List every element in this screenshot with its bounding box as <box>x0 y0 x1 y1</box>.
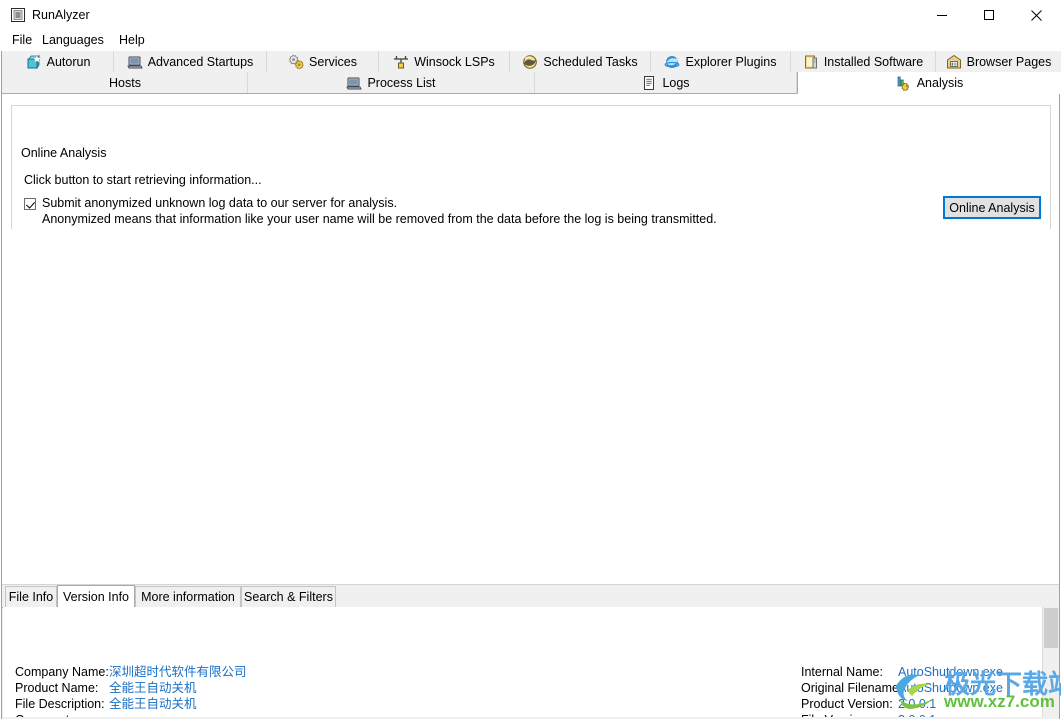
details-tab-strip: File Info Version Info More information … <box>2 585 1059 608</box>
tab-winsock-lsps[interactable]: Winsock LSPs <box>379 51 510 72</box>
value-internal-name: AutoShutdown.exe <box>898 665 1003 679</box>
label-internal-name: Internal Name: <box>801 665 883 679</box>
menu-item-languages[interactable]: Languages <box>38 32 108 48</box>
value-original-filename: AutoShutdown.exe <box>898 681 1003 695</box>
value-file-version: 2.0.0.1 <box>898 712 936 717</box>
checkbox-submit-description: Anonymized means that information like y… <box>42 212 717 226</box>
tab-autorun[interactable]: Autorun <box>3 51 114 72</box>
label-original-filename: Original Filename: <box>801 681 903 695</box>
menu-bar: File Languages Help <box>0 30 1061 50</box>
value-company-name: 深圳超时代软件有限公司 <box>109 664 247 679</box>
tab-search-filters[interactable]: Search & Filters <box>241 586 336 607</box>
tab-label: Explorer Plugins <box>685 54 777 69</box>
online-analysis-button[interactable]: Online Analysis <box>943 196 1041 219</box>
checkbox-submit-anonymized[interactable]: Submit anonymized unknown log data to ou… <box>24 196 397 211</box>
tab-strip-row2: Hosts Process List Logs Analysis <box>2 72 1061 94</box>
value-file-description: 全能王自动关机 <box>109 696 197 711</box>
tab-services[interactable]: Services <box>267 51 379 72</box>
label-file-version: File Version: <box>801 712 870 717</box>
tab-label: Autorun <box>46 54 91 69</box>
value-product-name: 全能王自动关机 <box>109 680 197 695</box>
browser-pages-icon <box>946 54 962 70</box>
tab-process-list[interactable]: Process List <box>248 72 535 93</box>
tab-version-info[interactable]: Version Info <box>57 585 135 608</box>
window-title: RunAlyzer <box>32 8 90 22</box>
label-product-version: Product Version: <box>801 697 893 711</box>
value-product-version: 2.0.0.1 <box>898 697 937 711</box>
version-info-content: Company Name: Product Name: File Descrip… <box>3 607 1042 717</box>
scrollbar-thumb[interactable] <box>1044 608 1058 648</box>
tab-label: Process List <box>367 75 436 90</box>
client-area: Autorun Advanced Startups Services Winso… <box>1 51 1061 719</box>
monitor-icon <box>346 75 363 91</box>
details-scrollbar[interactable] <box>1042 607 1059 717</box>
checkbox-icon[interactable] <box>24 198 36 210</box>
autorun-icon <box>26 53 42 70</box>
minimize-icon[interactable] <box>919 0 965 30</box>
maximize-icon[interactable] <box>966 0 1012 30</box>
label-product-name: Product Name: <box>15 681 99 695</box>
tab-analysis[interactable]: Analysis <box>797 72 1061 94</box>
explorer-icon <box>664 54 680 70</box>
tab-advanced-startups[interactable]: Advanced Startups <box>114 51 267 72</box>
analysis-icon <box>896 75 912 91</box>
label-comments: Comments: <box>15 712 79 717</box>
tab-installed-software[interactable]: Installed Software <box>791 51 936 72</box>
tab-browser-pages[interactable]: Browser Pages <box>936 51 1061 72</box>
tab-label: Hosts <box>109 75 141 90</box>
tab-label: Advanced Startups <box>147 54 254 69</box>
winsock-icon <box>393 54 409 70</box>
checkbox-label: Submit anonymized unknown log data to ou… <box>42 196 398 210</box>
close-icon[interactable] <box>1013 0 1059 30</box>
tab-label: Services <box>309 54 357 69</box>
menu-item-file[interactable]: File <box>8 32 36 48</box>
tab-label: Scheduled Tasks <box>543 54 638 69</box>
tab-label: Analysis <box>916 75 964 90</box>
label-file-description: File Description: <box>15 697 105 711</box>
tab-hosts[interactable]: Hosts <box>3 72 248 93</box>
tab-label: Installed Software <box>823 54 924 69</box>
status-hint: Click button to start retrieving informa… <box>24 173 262 187</box>
tab-explorer-plugins[interactable]: Explorer Plugins <box>651 51 791 72</box>
results-pane[interactable] <box>3 229 1059 631</box>
app-window-icon <box>10 7 26 23</box>
monitor-icon <box>126 54 143 70</box>
tab-logs[interactable]: Logs <box>535 72 797 93</box>
title-bar: RunAlyzer <box>0 0 1061 30</box>
installed-software-icon <box>803 54 819 70</box>
tab-scheduled-tasks[interactable]: Scheduled Tasks <box>510 51 651 72</box>
tab-strip-row1: Autorun Advanced Startups Services Winso… <box>2 51 1061 73</box>
scheduled-tasks-icon <box>522 54 538 70</box>
tab-file-info[interactable]: File Info <box>5 586 57 607</box>
details-panel: File Info Version Info More information … <box>2 584 1059 719</box>
menu-item-help[interactable]: Help <box>115 32 149 48</box>
tab-label: Winsock LSPs <box>414 54 495 69</box>
log-document-icon <box>641 75 657 91</box>
tab-more-information[interactable]: More information <box>135 586 241 607</box>
tab-label: Logs <box>662 75 690 90</box>
tab-label: Browser Pages <box>966 54 1052 69</box>
gears-icon <box>288 54 304 70</box>
groupbox-title: Online Analysis <box>17 147 111 160</box>
label-company-name: Company Name: <box>15 665 109 679</box>
runalyzer-window: RunAlyzer File Languages Help Autorun Ad… <box>0 0 1061 720</box>
